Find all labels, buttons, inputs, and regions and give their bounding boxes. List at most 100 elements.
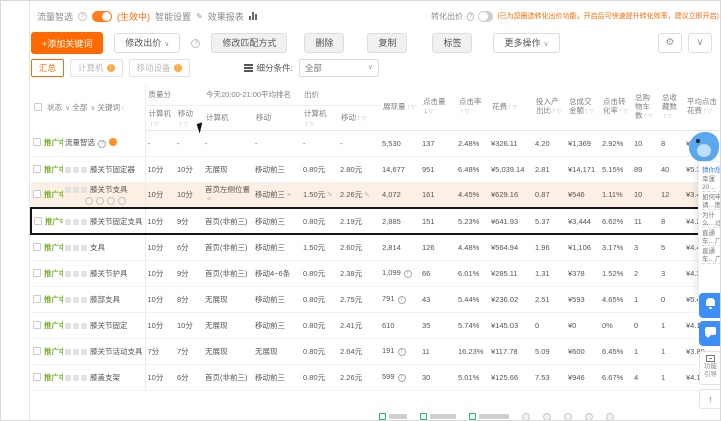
row-checkbox[interactable] [33,294,41,303]
cell-fav: 12 [659,182,685,209]
cell-cart: 1 [632,338,660,365]
cell-qs_pc: 10分 [144,207,175,235]
keyword-label[interactable]: 膝关节固定 [90,321,128,330]
legend-item [469,413,509,420]
rank-list-icon[interactable]: ≡ [287,192,291,199]
edit-icon[interactable]: ✎ [364,192,370,199]
keyword-label[interactable]: 膝盖支架 [90,373,120,382]
edit-icon[interactable]: ✎ [327,192,333,199]
table-row: 推广中 膝关节护具 10分9分首页(非前三)移动4~6条0.80元2.38元1,09… [31,260,720,287]
row-checkbox[interactable] [33,242,41,251]
cell-cvr: 2.92% [600,130,633,157]
rank-list-icon[interactable]: ≡ [207,196,211,203]
tab-summary[interactable]: 汇总 [31,59,65,77]
cell-roi: 5.37 [533,207,567,235]
keyword-label[interactable]: 流量智选 [65,138,95,147]
cell-bid_mo: 2.60元 [338,234,381,261]
keyword-label[interactable]: 膝关节活动支具 [90,347,143,356]
segment-filter-select[interactable]: 全部 ∨ [298,59,379,77]
segment-filter-label: 细分条件: [243,62,293,74]
keyword-label[interactable]: 膝关节护具 [90,269,128,278]
back-to-top-button[interactable]: ↑ [699,389,720,409]
cell-cost: ¥629.16 [489,182,534,209]
cart-sort-header[interactable]: 总购物车数↑▽ [632,85,660,131]
cell-bid_pc: 0.80元 [301,286,339,313]
tab-pc[interactable]: 计算机! [70,59,123,77]
cell-rank_mo: 移动前三 [253,156,302,183]
cell-cart: 10 [632,130,660,157]
chat-button[interactable] [699,321,720,346]
help-question-item[interactable]: 直通车…广计划… [702,246,720,264]
status-filter-dropdown[interactable]: 状态 ∨ [47,103,70,112]
keyword-line: 膝关节固定支具 [65,216,143,227]
modify-match-button[interactable]: 修改匹配方式 [211,33,288,53]
more-actions-dropdown[interactable]: 更多操作 ∨ [493,33,560,53]
delete-button[interactable]: 删除 [304,33,345,53]
table-row: 推广中膝关节支具10分10分首页左侧位置≡移动前三≡1.50元✎2.26元✎4,… [31,182,720,209]
gmv-sort-header[interactable]: 总成交金额↑▽ [566,85,601,131]
cost-sort-header[interactable]: 花费↑▽ [489,85,534,131]
row-checkbox[interactable] [33,164,41,173]
keyword-label[interactable]: 膝关节固定器 [90,165,135,174]
row-checkbox[interactable] [33,346,41,355]
keyword-label[interactable]: 膝关节固定支具 [90,217,143,226]
fav-sort-header[interactable]: 总收藏数↑▽ [659,85,685,131]
cell-gmv: ¥546 [566,182,601,209]
edit-icon[interactable]: ✎ [196,12,203,21]
cell-rank_mo: 无展现 [253,338,302,365]
select-all-checkbox[interactable] [34,103,42,111]
keyword-sort-header[interactable]: 关键词↑ [98,103,125,112]
row-checkbox[interactable] [33,190,41,199]
cell-clicks: 161 [420,182,457,209]
keyword-label[interactable]: 膝部支具 [90,295,120,304]
feature-guide-button[interactable]: 功能 引导 [699,351,720,385]
promo-badge-icon [109,138,117,147]
cell-keyword: 膝部支具 [63,286,145,313]
keyword-label[interactable]: 膝关节支具 [90,185,128,194]
tag-button[interactable]: 标签 [432,33,473,53]
impressions-sort-header[interactable]: 展现量↑▽ [380,85,421,131]
help-question-item[interactable]: 如何申请…图片功能 [702,192,720,210]
smart-setting-link[interactable]: 智能设置 [155,10,191,23]
qs-pc-sort-header[interactable]: 计算机↑▽ [144,105,175,131]
report-link[interactable]: 效果报表 [208,10,244,23]
tab-mobile[interactable]: 移动设备! [128,59,190,77]
help-question-item[interactable]: 为什么…过日期… [702,210,720,228]
bar-chart-icon[interactable] [248,12,257,20]
cell-gmv: ¥1,369 [566,130,601,157]
table-row: 推广中 膝部支具 10分8分无展现移动前三0.80元2.75元791!435.44%… [31,286,720,313]
bid-mobile-sort-header[interactable]: 移动↑▽ [338,105,381,131]
cell-rank_mo: 移动前三 [253,234,302,261]
roi-sort-header[interactable]: 投入产出比↑▽ [533,85,567,131]
cvr-sort-header[interactable]: 点击转化率↑▽ [600,85,633,131]
row-checkbox[interactable] [33,138,41,147]
cell-qs_pc: 10分 [144,156,175,183]
cell-cart: 11 [632,207,660,235]
help-question-item[interactable]: 幸運20… [702,174,720,192]
settings-gear-button[interactable]: ⚙ [658,33,682,53]
copy-button[interactable]: 复制 [367,33,408,53]
keyword-action-icons[interactable] [85,197,143,206]
table-tools: ⚙ ∨ [658,33,712,53]
row-checkbox[interactable] [33,372,41,381]
row-checkbox[interactable] [34,216,42,225]
row-checkbox[interactable] [33,268,41,277]
modify-bid-dropdown[interactable]: 修改出价 ∨ [114,33,181,53]
keyword-label[interactable]: 支具 [90,243,105,252]
flow-smart-toggle[interactable] [92,10,113,22]
row-checkbox[interactable] [33,320,41,329]
bid-pc-sort-header[interactable]: 计算机↑▽ [301,105,339,131]
clicks-sort-header[interactable]: 点击量↓▽ [420,85,457,131]
notification-bell-button[interactable] [699,293,720,318]
help-question-item[interactable]: 直通车…厂 [702,228,720,246]
keyword-line: 支具 [65,242,143,253]
cell-clicks: 151 [420,207,457,235]
add-keyword-button[interactable]: +添加关键词 [31,32,104,54]
convert-bid-toggle[interactable] [478,10,494,22]
cell-qs_mo: 6分 [175,364,203,391]
scope-filter-dropdown[interactable]: 全部 ∨ [72,103,95,112]
collapse-chevron-button[interactable]: ∨ [688,33,712,53]
ctr-sort-header[interactable]: 点击率↑▽ [456,85,490,131]
cpc-sort-header[interactable]: 平均点击花费↑▽ [684,85,720,131]
cell-rank_pc: - [203,130,253,157]
